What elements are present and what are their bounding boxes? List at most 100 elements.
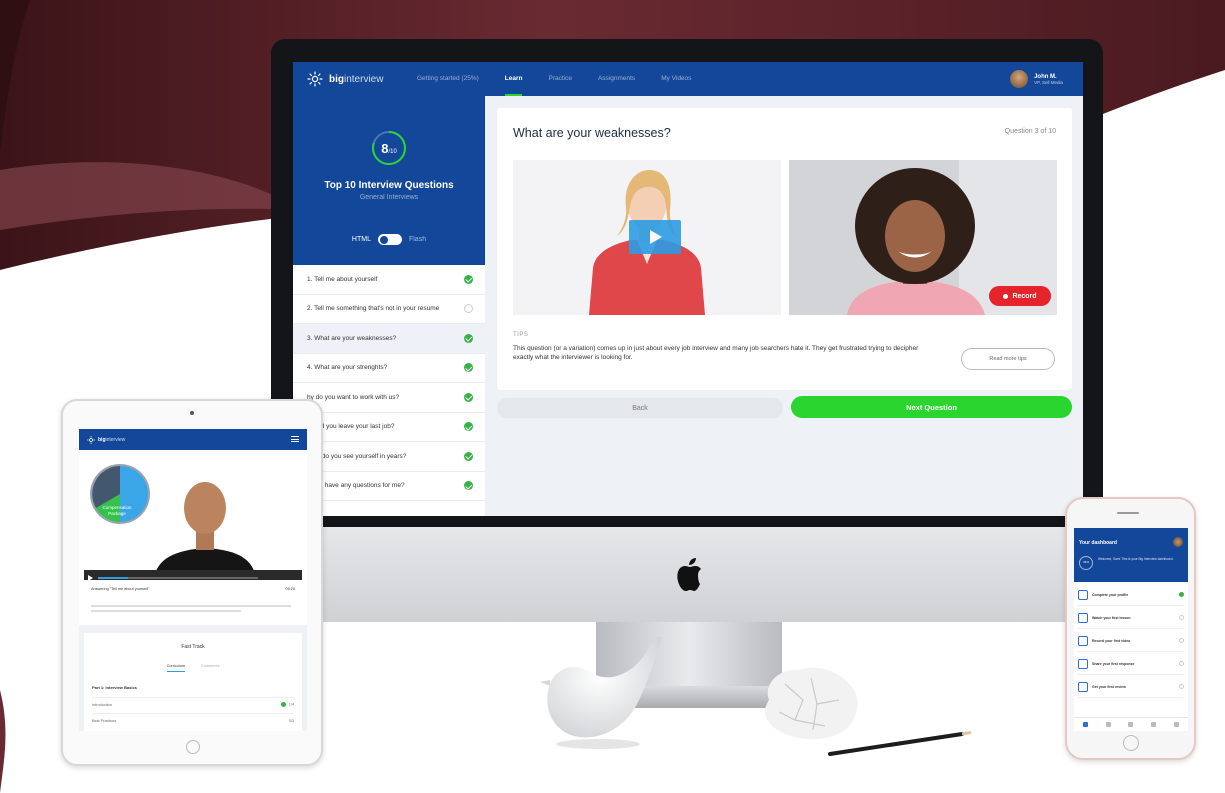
task-label: Record your first video (1092, 638, 1131, 643)
assignments-tab-icon[interactable] (1151, 722, 1157, 727)
check-icon (464, 451, 473, 461)
avatar[interactable] (1173, 537, 1183, 547)
question-item[interactable]: 4. What are your strenghts? (293, 354, 485, 383)
empty-check-icon (1179, 615, 1184, 620)
question-item-active[interactable]: 3. What are your weaknesses? (293, 324, 485, 354)
ipad-camera (190, 411, 194, 415)
lesson-caption: Answering "Tell me about yourself" (91, 587, 150, 591)
curriculum-row[interactable]: Introduction 1/4 (92, 697, 294, 711)
question-item[interactable]: 2. Tell me something that's not in your … (293, 295, 485, 324)
back-button[interactable]: Back (497, 398, 783, 418)
question-text: 2. Tell me something that's not in your … (307, 305, 440, 313)
brand-bold: big (329, 73, 344, 85)
lesson-icon (1078, 612, 1088, 623)
check-icon (464, 422, 473, 432)
iphone-speaker (1117, 512, 1139, 514)
videos-tab-icon[interactable] (1174, 722, 1180, 727)
task-item[interactable]: Watch your first lesson (1078, 607, 1184, 629)
ipad-navigation: big interview (79, 429, 307, 450)
check-icon (464, 481, 473, 491)
score-total: /10 (388, 149, 397, 155)
learn-tab-icon[interactable] (1105, 722, 1111, 727)
question-count: Question 3 of 10 (1004, 128, 1056, 135)
tab-comments[interactable]: Comments (201, 664, 219, 672)
row-value: 1/4 (288, 702, 294, 707)
apple-logo-icon (677, 558, 701, 591)
player-toggle[interactable] (377, 234, 402, 245)
nav-my-videos[interactable]: My Videos (661, 62, 691, 96)
course-subtitle: General Interviews (359, 194, 419, 201)
fast-track-tabs: Curriculum Comments (84, 664, 302, 672)
nav-getting-started[interactable]: Getting started (25%) (417, 62, 479, 96)
row-label: Introduction (92, 702, 112, 707)
hamburger-menu-icon[interactable] (291, 436, 299, 442)
brand-light: interview (344, 73, 384, 85)
task-label: Complete your profile (1092, 592, 1129, 597)
empty-check-icon (1179, 661, 1184, 666)
tips-text: This question (or a variation) comes up … (513, 345, 919, 361)
imac-screen: big interview Getting started (25%) Learn… (293, 62, 1083, 516)
task-item[interactable]: Complete your profile (1078, 584, 1184, 606)
task-label: Watch your first lesson (1092, 615, 1131, 620)
nav-learn[interactable]: Learn (504, 62, 522, 96)
profile-icon (1078, 589, 1088, 600)
curriculum-row[interactable]: Best Practices 0/3 (92, 713, 294, 727)
part-title: Part 1: Interview Basics (92, 685, 137, 690)
chart-label: Compensation Package (102, 505, 132, 516)
sun-logo-icon (307, 71, 323, 87)
task-item[interactable]: Get your first review (1078, 676, 1184, 698)
next-question-button[interactable]: Next Question (791, 396, 1072, 418)
nav-assignments[interactable]: Assignments (598, 62, 635, 96)
ceramic-bird (540, 636, 662, 749)
top-navigation: big interview Getting started (25%) Learn… (293, 62, 1083, 96)
task-item[interactable]: Record your first video (1078, 630, 1184, 652)
record-button[interactable]: Record (989, 286, 1051, 306)
iphone-screen: Your dashboard 33% Welcome, Sam! This is… (1074, 528, 1188, 731)
toggle-flash-label: Flash (408, 236, 427, 243)
task-label: Get your first review (1092, 684, 1126, 689)
dashboard-title: Your dashboard (1079, 540, 1117, 546)
check-icon (464, 333, 473, 343)
review-icon (1078, 681, 1088, 692)
practice-tab-icon[interactable] (1128, 722, 1134, 727)
brand-logo[interactable]: big interview (307, 71, 417, 87)
iphone-tab-bar (1074, 717, 1188, 731)
question-text: 4. What are your strenghts? (307, 364, 388, 372)
check-icon (1179, 592, 1184, 597)
check-icon (464, 274, 473, 284)
task-item[interactable]: Share your first response (1078, 653, 1184, 675)
nav-practice[interactable]: Practice (548, 62, 571, 96)
tab-curriculum[interactable]: Curriculum (166, 664, 185, 672)
check-icon (464, 392, 473, 402)
empty-check-icon (464, 304, 473, 314)
player-toggle-row: HTML Flash (293, 234, 485, 245)
task-label: Share your first response (1092, 661, 1135, 666)
read-more-tips-button[interactable]: Read more tips (961, 348, 1055, 370)
fast-track-title: Fast Track (181, 644, 205, 650)
home-tab-icon[interactable] (1082, 722, 1088, 727)
coach-video[interactable] (513, 160, 781, 315)
play-button[interactable] (629, 220, 681, 254)
row-value: 0/3 (288, 718, 294, 723)
dashboard-header: Your dashboard 33% Welcome, Sam! This is… (1074, 528, 1188, 582)
record-dot-icon (1003, 293, 1009, 299)
user-subtitle: VP, Sell Media (1034, 79, 1063, 85)
ipad-brand-light: interview (105, 436, 126, 443)
ipad-lesson-video[interactable]: Compensation Package (84, 450, 302, 580)
avatar (1010, 70, 1029, 88)
user-menu[interactable]: John M. VP, Sell Media (1010, 70, 1063, 88)
toggle-html-label: HTML (351, 236, 371, 243)
progress-ring: 33% (1079, 556, 1093, 570)
ipad-screen: big interview Compensation Package Answer… (79, 429, 307, 731)
sidebar-header: 8/10 Top 10 Interview Questions General … (293, 96, 485, 265)
lesson-time: 05:20 (285, 587, 295, 591)
sun-logo-icon (87, 435, 95, 444)
video-progress-bar[interactable] (84, 573, 302, 583)
row-progress: 1/4 (280, 702, 294, 707)
fast-track-card: Fast Track Curriculum Comments Part 1: I… (84, 633, 302, 731)
empty-check-icon (1179, 638, 1184, 643)
share-icon (1078, 658, 1088, 669)
progress-dot-icon (280, 702, 286, 707)
video-controls[interactable] (84, 570, 302, 583)
question-item[interactable]: 1. Tell me about yourself (293, 265, 485, 295)
